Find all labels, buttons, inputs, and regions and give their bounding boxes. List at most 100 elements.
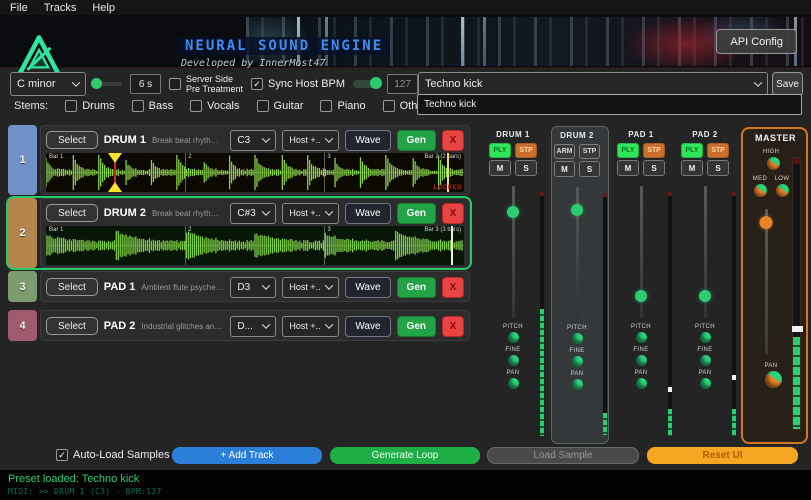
menu-file[interactable]: File [10, 2, 28, 14]
checkbox-checked[interactable]: ✓ [251, 78, 263, 90]
stem-piano-checkbox[interactable]: Piano [320, 100, 365, 112]
play-button[interactable]: PLY [617, 143, 639, 158]
stop-button[interactable]: STP [515, 143, 537, 158]
stem-drums-checkbox[interactable]: Drums [65, 100, 114, 112]
delete-track-button[interactable]: X [442, 130, 464, 151]
duration-slider[interactable] [94, 82, 122, 86]
wave-button[interactable]: Wave [345, 316, 390, 337]
stop-button[interactable]: STP [707, 143, 729, 158]
waveform-display[interactable]: Bar 1 2 3 Bar 2 (2 bars) LOCKED [46, 153, 464, 192]
solo-button[interactable]: S [579, 161, 600, 177]
play-button[interactable]: PLY [681, 143, 703, 158]
generate-track-button[interactable]: Gen [397, 203, 436, 224]
bpm-toggle[interactable] [353, 80, 379, 88]
wave-button[interactable]: Wave [345, 130, 390, 151]
med-knob[interactable] [754, 184, 767, 197]
pitch-knob[interactable] [508, 332, 519, 343]
select-button[interactable]: Select [46, 278, 98, 296]
fader-thumb[interactable] [507, 206, 519, 218]
fader-thumb[interactable] [635, 290, 647, 302]
pan-knob[interactable] [700, 378, 711, 389]
pan-knob[interactable] [636, 378, 647, 389]
solo-button[interactable]: S [707, 160, 729, 176]
meter-slider-handle[interactable] [732, 375, 736, 380]
pitch-knob[interactable] [572, 333, 583, 344]
delete-track-button[interactable]: X [442, 203, 464, 224]
volume-fader[interactable] [617, 184, 665, 320]
stem-bass-checkbox[interactable]: Bass [132, 100, 173, 112]
volume-fader[interactable] [489, 184, 537, 320]
note-select[interactable]: C3 [230, 130, 276, 151]
fine-knob[interactable] [572, 356, 583, 367]
note-select[interactable]: D3 [230, 277, 276, 298]
pitch-knob[interactable] [636, 332, 647, 343]
arm-button[interactable]: ARM [554, 144, 575, 159]
fader-thumb[interactable] [699, 290, 711, 302]
wave-button[interactable]: Wave [345, 277, 390, 298]
generate-track-button[interactable]: Gen [397, 277, 436, 298]
stop-button[interactable]: STP [579, 144, 600, 159]
save-button[interactable]: Save [772, 72, 803, 96]
delete-track-button[interactable]: X [442, 277, 464, 298]
pan-knob[interactable] [508, 378, 519, 389]
loop-end-marker[interactable] [451, 226, 453, 265]
reset-ui-button[interactable]: Reset UI [647, 447, 798, 464]
master-pan-knob[interactable] [765, 371, 782, 388]
fine-knob[interactable] [636, 355, 647, 366]
mute-button[interactable]: M [617, 160, 639, 176]
select-button[interactable]: Select [46, 317, 98, 335]
slider-thumb[interactable] [91, 78, 102, 89]
checkbox-unchecked[interactable] [169, 78, 181, 90]
volume-fader[interactable] [554, 185, 600, 321]
key-select[interactable]: C minor [10, 72, 86, 96]
high-knob[interactable] [767, 157, 780, 170]
autoload-samples-checkbox[interactable]: ✓ Auto-Load Samples [56, 449, 170, 461]
meter-slider-handle[interactable] [668, 387, 672, 392]
waveform-display[interactable]: Bar 1 2 3 Bar 3 (3 bars) [46, 226, 464, 265]
generate-track-button[interactable]: Gen [397, 130, 436, 151]
pan-knob[interactable] [572, 379, 583, 390]
route-select[interactable]: Host +.. [282, 130, 339, 151]
route-select[interactable]: Host +.. [282, 316, 339, 337]
route-select[interactable]: Host +.. [282, 277, 339, 298]
volume-fader[interactable] [681, 184, 729, 320]
stem-vocals-checkbox[interactable]: Vocals [190, 100, 239, 112]
track-number-badge[interactable]: 4 [8, 310, 37, 341]
preset-name-input[interactable] [417, 94, 802, 115]
load-sample-button[interactable]: Load Sample [487, 447, 639, 464]
fine-knob[interactable] [700, 355, 711, 366]
generate-track-button[interactable]: Gen [397, 316, 436, 337]
checkbox-checked[interactable]: ✓ [56, 449, 68, 461]
mute-button[interactable]: M [681, 160, 703, 176]
api-config-button[interactable]: API Config [716, 29, 797, 54]
track-number-badge[interactable]: 2 [8, 198, 37, 268]
stem-guitar-checkbox[interactable]: Guitar [257, 100, 304, 112]
note-select[interactable]: C#3 [230, 203, 276, 224]
master-fader-thumb[interactable] [760, 216, 773, 229]
preset-select[interactable]: Techno kick [418, 72, 768, 96]
menu-help[interactable]: Help [92, 2, 115, 14]
server-side-checkbox[interactable]: Server SidePre Treatment [169, 74, 243, 94]
mute-button[interactable]: M [554, 161, 575, 177]
pitch-knob[interactable] [700, 332, 711, 343]
select-button[interactable]: Select [46, 131, 98, 149]
solo-button[interactable]: S [643, 160, 665, 176]
stop-button[interactable]: STP [643, 143, 665, 158]
note-select[interactable]: D... [230, 316, 276, 337]
delete-track-button[interactable]: X [442, 316, 464, 337]
route-select[interactable]: Host +.. [282, 203, 339, 224]
master-volume-fader[interactable] [755, 207, 777, 357]
generate-loop-button[interactable]: Generate Loop [330, 447, 480, 464]
solo-button[interactable]: S [515, 160, 537, 176]
menu-tracks[interactable]: Tracks [44, 2, 77, 14]
select-button[interactable]: Select [46, 204, 98, 222]
track-number-badge[interactable]: 3 [8, 271, 37, 302]
wave-button[interactable]: Wave [345, 203, 390, 224]
sync-host-bpm-checkbox[interactable]: ✓ Sync Host BPM [251, 78, 345, 90]
master-meter-handle[interactable] [792, 326, 803, 332]
play-button[interactable]: PLY [489, 143, 511, 158]
add-track-button[interactable]: + Add Track [172, 447, 322, 464]
toggle-thumb[interactable] [370, 77, 382, 89]
fine-knob[interactable] [508, 355, 519, 366]
track-number-badge[interactable]: 1 [8, 125, 37, 195]
